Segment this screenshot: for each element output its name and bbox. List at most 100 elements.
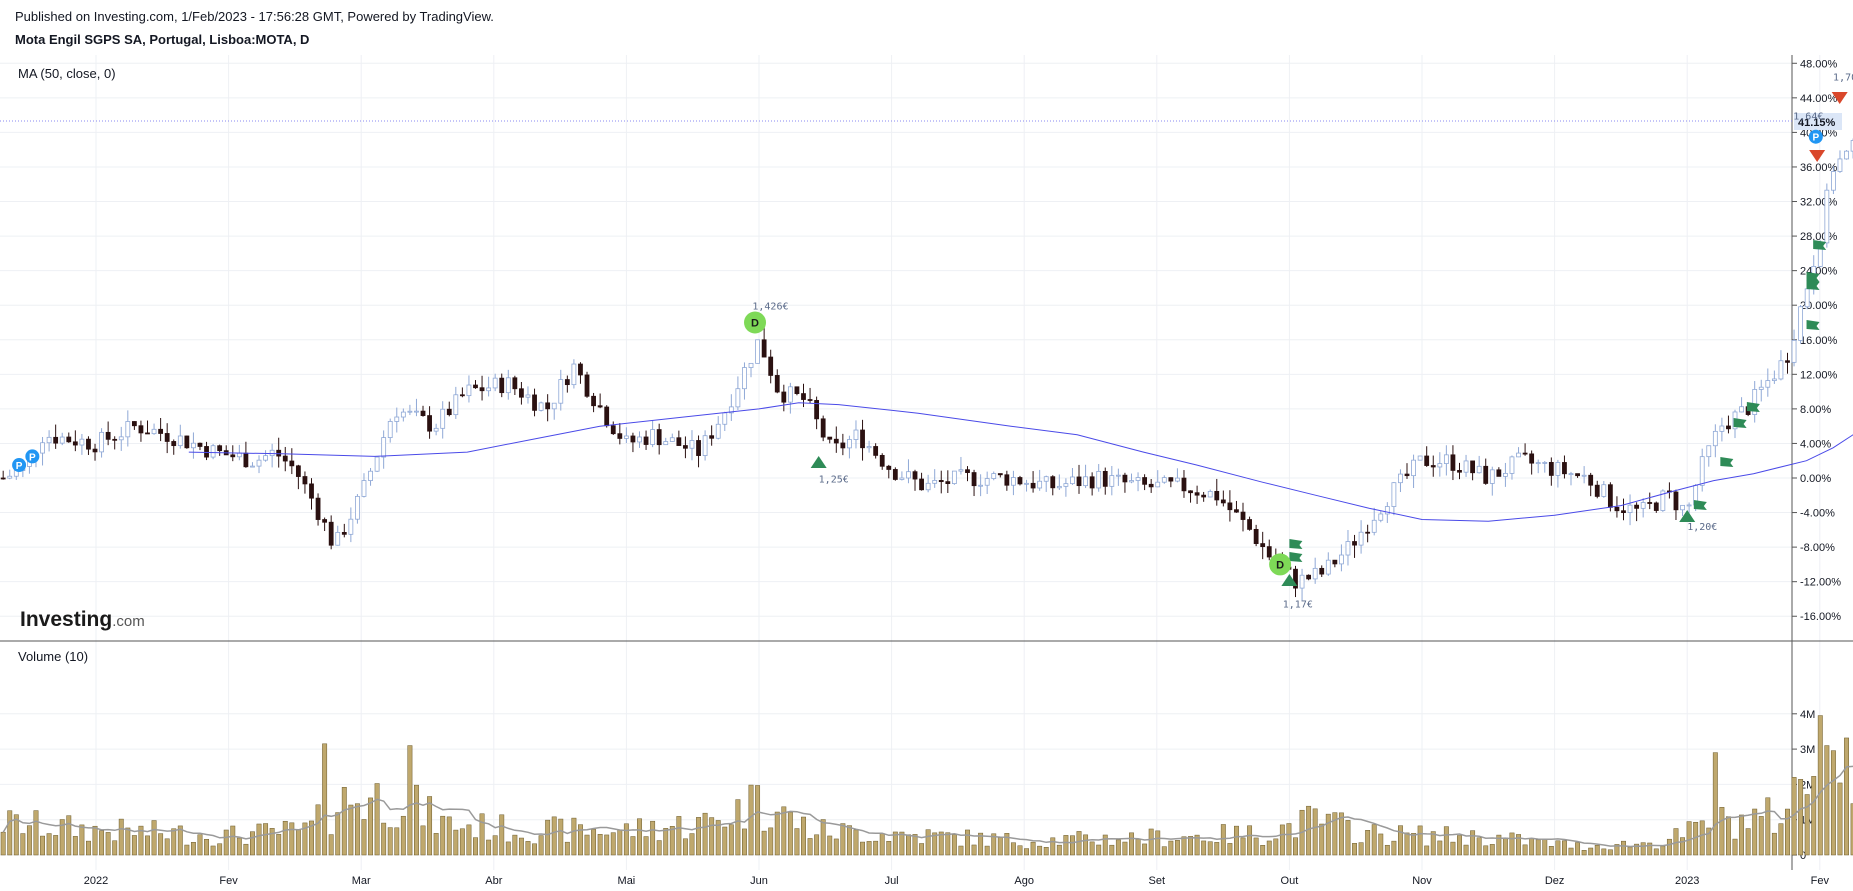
candle-body — [355, 495, 360, 520]
volume-bar — [545, 819, 551, 856]
volume-bar — [295, 829, 301, 856]
volume-bar — [223, 829, 229, 856]
volume-bar — [1798, 779, 1804, 856]
candle-body — [1365, 531, 1371, 534]
candle-body — [735, 388, 741, 408]
price-annotation: 1,20€ — [1687, 522, 1717, 533]
candle-body — [1083, 476, 1088, 487]
volume-bar — [1155, 830, 1161, 856]
volume-bar — [945, 832, 951, 856]
volume-bar — [1470, 830, 1476, 856]
sell-arrow — [1809, 150, 1826, 162]
volume-bar — [420, 825, 426, 856]
volume-bar — [1043, 847, 1049, 856]
candle-body — [1339, 554, 1344, 565]
volume-bar — [538, 835, 544, 856]
volume-bar — [1640, 842, 1646, 856]
candle-body — [1135, 477, 1141, 481]
candle-body — [243, 452, 249, 468]
volume-bar — [328, 834, 334, 856]
candle-body — [1824, 189, 1830, 244]
candle-body — [1712, 430, 1718, 447]
volume-bar — [623, 823, 629, 856]
volume-bar — [1594, 844, 1600, 856]
volume-bar — [1220, 824, 1226, 856]
candle-body — [827, 436, 833, 440]
volume-bar — [1758, 816, 1764, 856]
volume-bar — [906, 834, 911, 856]
candle-body — [794, 386, 800, 394]
candle-body — [1332, 559, 1338, 565]
y-tick-label: 8.00% — [1800, 404, 1831, 416]
volume-bar — [1621, 840, 1626, 856]
candle-body — [512, 377, 518, 390]
candle-body — [1673, 491, 1679, 511]
candle-body — [1798, 306, 1804, 341]
candle-body — [919, 478, 924, 491]
volume-bar — [1443, 826, 1449, 856]
volume-bar — [768, 827, 774, 856]
candle-body — [1791, 339, 1797, 363]
volume-bar — [984, 845, 990, 856]
price-volume-chart[interactable]: MA (50, close, 0) Volume (10) 48.00% 44.0… — [0, 0, 1853, 891]
candle-body — [578, 363, 583, 376]
volume-bar — [551, 816, 557, 856]
candle-body — [1358, 531, 1364, 546]
candle-body — [1417, 455, 1423, 461]
x-tick-label: Mai — [618, 875, 636, 887]
candle-body — [1181, 477, 1187, 492]
volume-bar — [873, 840, 879, 856]
candle-body — [1148, 483, 1154, 488]
volume-bar — [971, 844, 977, 856]
volume-bar — [190, 842, 196, 856]
volume-bar — [492, 835, 498, 856]
volume-bar — [1279, 824, 1285, 856]
volume-bar — [1325, 813, 1331, 856]
volume-bar — [256, 823, 262, 856]
candle-body — [997, 473, 1003, 476]
volume-bar — [1830, 750, 1836, 856]
candle-body — [597, 405, 603, 408]
volume-tick-label: 4M — [1800, 709, 1815, 721]
candle-body — [381, 437, 387, 458]
volume-bar — [466, 824, 472, 856]
volume-bar — [1844, 737, 1849, 856]
volume-bar — [1030, 841, 1036, 856]
volume-bar — [735, 799, 741, 856]
candle-body — [289, 460, 295, 467]
price-candles — [0, 138, 1853, 601]
volume-bar — [1266, 840, 1272, 856]
buy-arrow — [810, 456, 827, 468]
candle-body — [886, 465, 892, 470]
candle-body — [1758, 386, 1764, 390]
volume-bar — [532, 843, 537, 856]
candle-body — [66, 436, 72, 443]
volume-bar — [1666, 838, 1672, 856]
volume-bar — [643, 836, 649, 856]
volume-bar — [66, 815, 72, 856]
volume-bar — [453, 829, 459, 856]
volume-bar — [1188, 836, 1193, 856]
candle-body — [1306, 574, 1312, 580]
candle-body — [1765, 380, 1771, 388]
candle-body — [748, 362, 754, 368]
candle-body — [1430, 465, 1436, 468]
volume-bar — [158, 833, 164, 856]
volume-bar — [1365, 830, 1371, 856]
x-tick-label: Abr — [485, 875, 502, 887]
volume-bar — [368, 797, 373, 856]
volume-bar — [1653, 848, 1659, 856]
volume-bar — [794, 828, 800, 856]
y-tick-label: 12.00% — [1800, 369, 1838, 381]
volume-bar — [53, 835, 59, 856]
volume-bar — [1535, 839, 1541, 856]
volume-bar — [781, 806, 787, 856]
volume-bar — [145, 835, 150, 856]
candle-body — [1804, 288, 1810, 308]
volume-bar — [1542, 838, 1548, 856]
candle-body — [932, 480, 938, 484]
candle-body — [1483, 465, 1489, 484]
volume-bar — [112, 840, 118, 856]
volume-bar — [846, 825, 852, 856]
candle-body — [1234, 509, 1239, 513]
